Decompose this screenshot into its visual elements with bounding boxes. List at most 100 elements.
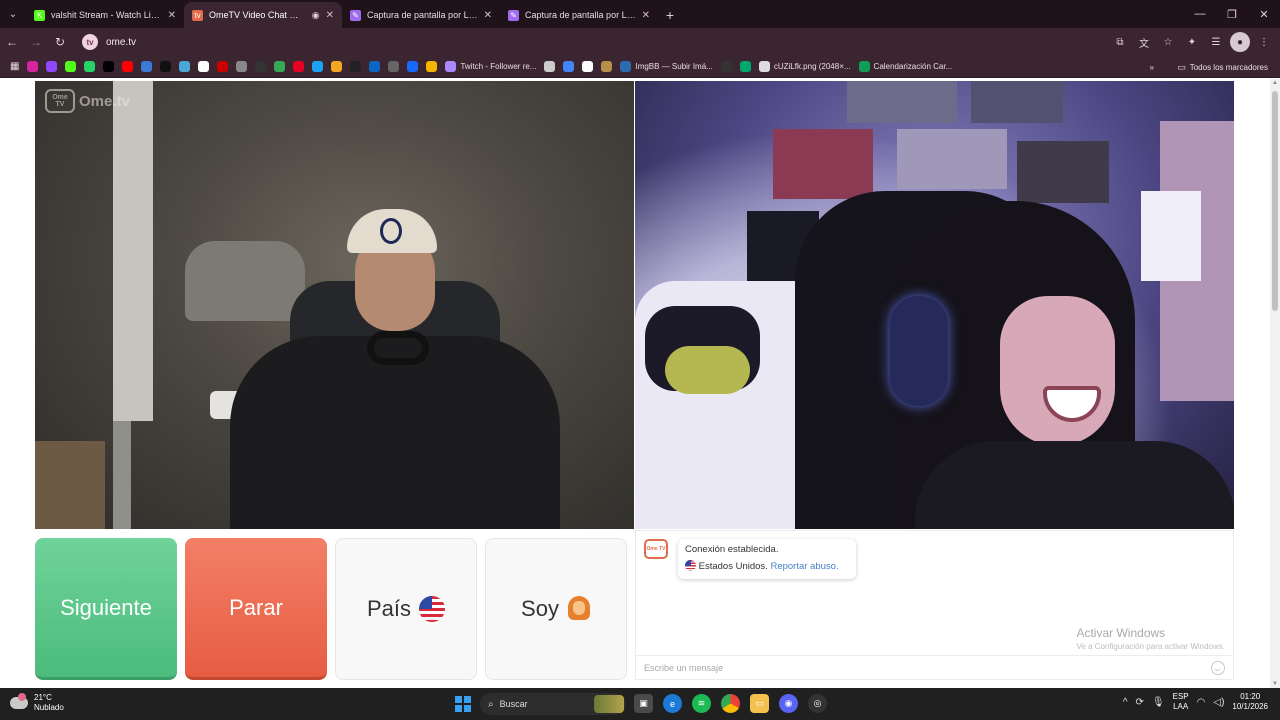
chrome-icon[interactable] bbox=[721, 694, 740, 713]
bookmark-item[interactable] bbox=[61, 58, 80, 76]
profile-avatar-icon[interactable]: ● bbox=[1230, 32, 1250, 52]
report-abuse-link[interactable]: Reportar abuso. bbox=[770, 561, 838, 572]
taskbar-search[interactable]: ⌕ Buscar bbox=[480, 693, 626, 715]
bookmark-item[interactable] bbox=[251, 58, 270, 76]
obs-icon[interactable]: ◎ bbox=[808, 694, 827, 713]
dash-icon bbox=[544, 61, 556, 72]
wall-photo bbox=[897, 129, 1007, 189]
country-button[interactable]: País bbox=[335, 538, 477, 680]
new-tab-icon[interactable]: + bbox=[658, 2, 682, 28]
bookmark-item[interactable] bbox=[289, 58, 308, 76]
install-app-icon[interactable]: ⧉ bbox=[1110, 32, 1130, 52]
browser-tab[interactable]: tv OmeTV Video Chat — Ome ◉ ✕ bbox=[184, 2, 342, 28]
bookmark-item[interactable] bbox=[422, 58, 441, 76]
bookmark-item[interactable] bbox=[156, 58, 175, 76]
kick-icon bbox=[65, 61, 77, 72]
bookmark-item[interactable]: ImgBB — Subir Imá... bbox=[616, 58, 716, 76]
bookmark-item[interactable] bbox=[270, 58, 289, 76]
tab-audio-icon[interactable]: ◉ bbox=[312, 10, 320, 21]
close-window-icon[interactable]: ✕ bbox=[1248, 0, 1280, 28]
bookmark-item[interactable] bbox=[597, 58, 616, 76]
bookmark-item[interactable] bbox=[346, 58, 365, 76]
bookmark-item[interactable] bbox=[384, 58, 403, 76]
bookmark-item[interactable] bbox=[175, 58, 194, 76]
message-input[interactable] bbox=[644, 662, 1211, 673]
bookmark-item[interactable] bbox=[308, 58, 327, 76]
browser-tab[interactable]: Kvalshit Stream - Watch Live on ✕ bbox=[26, 2, 184, 28]
taskbar-search-label: Buscar bbox=[499, 699, 528, 709]
language-indicator[interactable]: ESP LAA bbox=[1173, 692, 1189, 712]
microphone-icon[interactable]: 🎙 bbox=[1152, 697, 1165, 708]
close-tab-icon[interactable]: ✕ bbox=[484, 10, 492, 21]
person-face bbox=[1000, 296, 1115, 446]
emoji-icon[interactable] bbox=[1211, 660, 1225, 675]
bookmark-item[interactable] bbox=[717, 58, 736, 76]
close-tab-icon[interactable]: ✕ bbox=[168, 10, 176, 21]
scrollbar-thumb[interactable] bbox=[1272, 91, 1278, 311]
bookmark-item[interactable] bbox=[213, 58, 232, 76]
address-bar[interactable]: tv ome.tv bbox=[78, 31, 1078, 53]
maximize-icon[interactable]: ❐ bbox=[1216, 0, 1248, 28]
apps-grid-icon[interactable]: ▦ bbox=[6, 58, 23, 76]
bookmark-item[interactable] bbox=[403, 58, 422, 76]
bookmark-item[interactable] bbox=[736, 58, 755, 76]
bookmark-item[interactable] bbox=[232, 58, 251, 76]
sync-icon[interactable]: ⟳ bbox=[1136, 697, 1144, 708]
tray-overflow-icon[interactable]: ^ bbox=[1123, 697, 1128, 708]
minimize-icon[interactable]: — bbox=[1184, 0, 1216, 28]
bookmark-item[interactable] bbox=[137, 58, 156, 76]
close-tab-icon[interactable]: ✕ bbox=[642, 10, 650, 21]
bookmark-star-icon[interactable]: ☆ bbox=[1158, 32, 1178, 52]
clock[interactable]: 01:20 10/1/2026 bbox=[1232, 692, 1268, 712]
gender-button[interactable]: Soy bbox=[485, 538, 627, 680]
bookmark-item[interactable] bbox=[327, 58, 346, 76]
bookmark-item[interactable]: Twitch - Follower re... bbox=[441, 58, 540, 76]
reload-icon[interactable]: ↻ bbox=[48, 28, 72, 56]
us-flag-icon bbox=[685, 560, 696, 571]
google-icon bbox=[198, 61, 210, 72]
browser-tab[interactable]: ✎ Captura de pantalla por Lightsh ✕ bbox=[500, 2, 658, 28]
bookmarks-overflow-icon[interactable]: » bbox=[1146, 58, 1158, 76]
bookmark-item[interactable] bbox=[365, 58, 384, 76]
bookmark-item[interactable]: cUZiLfk.png (2048×... bbox=[755, 58, 855, 76]
scroll-down-icon[interactable]: ▼ bbox=[1270, 681, 1280, 687]
box-icon bbox=[601, 61, 613, 72]
stop-button[interactable]: Parar bbox=[185, 538, 327, 680]
forward-icon[interactable]: → bbox=[24, 28, 48, 56]
browser-tab[interactable]: ✎ Captura de pantalla por Lightsh ✕ bbox=[342, 2, 500, 28]
bookmark-item[interactable] bbox=[42, 58, 61, 76]
all-bookmarks-folder[interactable]: ▭ Todos los marcadores bbox=[1173, 58, 1272, 76]
close-tab-icon[interactable]: ✕ bbox=[326, 10, 334, 21]
bookmark-item[interactable] bbox=[194, 58, 213, 76]
url-text[interactable]: ome.tv bbox=[106, 37, 136, 48]
extensions-icon[interactable]: ✦ bbox=[1182, 32, 1202, 52]
reading-list-icon[interactable]: ☰ bbox=[1206, 32, 1226, 52]
bookmark-item[interactable] bbox=[118, 58, 137, 76]
wifi-icon[interactable]: ◠ bbox=[1197, 697, 1206, 708]
clock-date: 10/1/2026 bbox=[1232, 702, 1268, 711]
windows-start-icon[interactable] bbox=[455, 696, 471, 712]
spotify-icon[interactable]: ≋ bbox=[692, 694, 711, 713]
bookmark-item[interactable] bbox=[80, 58, 99, 76]
discord-icon[interactable]: ◉ bbox=[779, 694, 798, 713]
page-scrollbar[interactable]: ▲ ▼ bbox=[1270, 79, 1280, 688]
tab-search-icon[interactable]: ⌄ bbox=[0, 0, 26, 28]
back-icon[interactable]: ← bbox=[0, 28, 24, 56]
volume-icon[interactable]: ◁) bbox=[1213, 697, 1224, 708]
bookmark-item[interactable]: Calendarización Car... bbox=[855, 58, 957, 76]
weather-widget[interactable]: 21°C Nublado bbox=[10, 693, 64, 713]
next-button[interactable]: Siguiente bbox=[35, 538, 177, 680]
bookmark-item[interactable] bbox=[23, 58, 42, 76]
file-explorer-icon[interactable]: ▭ bbox=[750, 694, 769, 713]
menu-dots-icon[interactable]: ⋮ bbox=[1254, 32, 1274, 52]
scroll-up-icon[interactable]: ▲ bbox=[1270, 80, 1280, 86]
translate-icon[interactable]: 文 bbox=[1134, 32, 1154, 52]
pinned-apps: ▣ e ≋ ▭ ◉ ◎ bbox=[634, 694, 827, 713]
edge-icon[interactable]: e bbox=[663, 694, 682, 713]
bookmark-item[interactable] bbox=[559, 58, 578, 76]
bookmark-item[interactable] bbox=[540, 58, 559, 76]
bookmark-item[interactable] bbox=[578, 58, 597, 76]
site-info-icon[interactable]: tv bbox=[82, 34, 98, 50]
bookmark-item[interactable] bbox=[99, 58, 118, 76]
task-view-icon[interactable]: ▣ bbox=[634, 694, 653, 713]
